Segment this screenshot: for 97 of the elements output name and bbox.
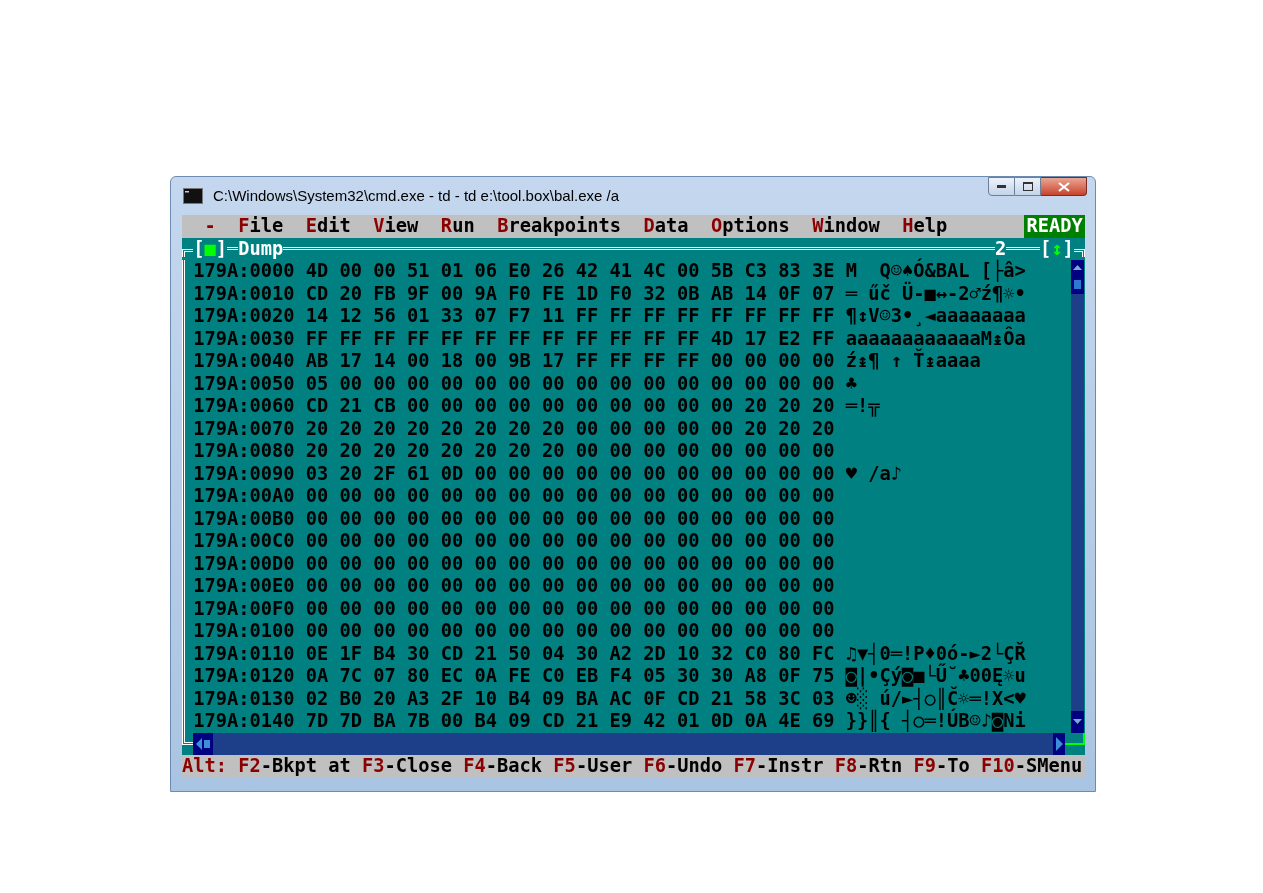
hex-bytes: 00 00 00 00 00 00 00 00 00 00 00 00 00 00 00 00	[305, 552, 835, 575]
address-cell: 179A:00D0	[193, 552, 295, 575]
hex-bytes: CD 21 CB 00 00 00 00 00 00 00 00 00 00 20 20 20	[305, 395, 835, 418]
ascii-text: M Q☺♠Ó&BAL [├â>	[845, 260, 1026, 282]
hex-bytes: 00 00 00 00 00 00 00 00 00 00 00 00 00 00 00 00	[305, 597, 835, 620]
close-box[interactable]: [■]	[193, 237, 228, 260]
ascii-text: ☻░ ú/►┤○║Č☼═!X<♥	[845, 687, 1026, 710]
hex-bytes: 00 00 00 00 00 00 00 00 00 00 00 00 00 00 00 00	[305, 530, 835, 553]
address-cell: 179A:0120	[193, 665, 295, 688]
address-cell: 179A:00E0	[193, 575, 295, 598]
horizontal-scrollbar[interactable]	[193, 732, 1065, 755]
ascii-text: ♣	[845, 372, 858, 395]
minimize-icon	[997, 185, 1006, 188]
menu-item[interactable]: Help	[902, 215, 948, 238]
frame-corner	[182, 248, 194, 257]
menu-item[interactable]: Options	[710, 215, 790, 238]
menu-item[interactable]: Edit	[305, 215, 351, 238]
close-button[interactable]	[1041, 177, 1087, 196]
hex-bytes: 14 12 56 01 33 07 F7 11 FF FF FF FF FF FF FF FF	[305, 305, 835, 328]
address-cell: 179A:0050	[193, 372, 295, 395]
address-cell: 179A:00A0	[193, 485, 295, 508]
address-cell: 179A:0010	[193, 282, 295, 305]
menu-item[interactable]: Breakpoints	[497, 215, 621, 238]
scroll-left-icon	[193, 732, 214, 755]
hex-bytes: 4D 00 00 51 01 06 E0 26 42 41 4C 00 5B C3 83 3E	[305, 260, 835, 283]
hex-bytes: 00 00 00 00 00 00 00 00 00 00 00 00 00 00 00 00	[305, 507, 835, 530]
ascii-text: ♥ /a♪	[845, 462, 903, 485]
address-cell: 179A:0140	[193, 710, 295, 733]
maximize-button[interactable]	[1015, 177, 1041, 196]
hex-bytes: 00 00 00 00 00 00 00 00 00 00 00 00 00 00 00 00	[305, 620, 835, 643]
hex-bytes: 0E 1F B4 30 CD 21 50 04 30 A2 2D 10 32 C0 80 FC	[305, 642, 835, 665]
hex-bytes: 05 00 00 00 00 00 00 00 00 00 00 00 00 00 00 00	[305, 372, 835, 395]
scroll-up-icon	[1071, 260, 1084, 274]
maximize-icon	[1022, 182, 1033, 191]
menu-item[interactable]: Run	[440, 215, 475, 238]
function-key[interactable]: F8-Rtn	[834, 755, 903, 778]
menu-item[interactable]: File	[238, 215, 284, 238]
function-key[interactable]: F9-To	[913, 755, 970, 778]
zoom-box[interactable]: [↕]	[1039, 237, 1074, 260]
scroll-down-icon	[1071, 710, 1084, 733]
panel-title: Dump	[238, 237, 284, 260]
address-cell: 179A:0110	[193, 642, 295, 665]
function-key[interactable]: F7-Instr	[733, 755, 824, 778]
vertical-scrollbar[interactable]	[1071, 260, 1084, 733]
ascii-text: ═!╦	[845, 395, 880, 418]
scroll-right-icon	[1052, 732, 1065, 755]
function-key[interactable]: F4-Back	[463, 755, 543, 778]
window-title: C:\Windows\System32\cmd.exe - td - td e:\tool.box\bal.exe /a	[213, 185, 619, 206]
menu-item[interactable]: Data	[643, 215, 689, 238]
hex-bytes: 7D 7D BA 7B 00 B4 09 CD 21 E9 42 01 0D 0A 4E 69	[305, 710, 835, 733]
frame-corner	[1073, 248, 1085, 257]
ascii-text: ♫▼┤0═!P♦0ó-►2└ÇŘ	[845, 642, 1026, 665]
address-cell: 179A:0060	[193, 395, 295, 418]
minimize-button[interactable]	[988, 177, 1015, 196]
function-key[interactable]: F3-Close	[362, 755, 453, 778]
hex-bytes: 20 20 20 20 20 20 20 20 00 00 00 00 00 20 20 20	[305, 417, 835, 440]
address-cell: 179A:00C0	[193, 530, 295, 553]
address-cell: 179A:0080	[193, 440, 295, 463]
hex-bytes: AB 17 14 00 18 00 9B 17 FF FF FF FF 00 00 00 00	[305, 350, 835, 373]
function-key[interactable]: F6-Undo	[643, 755, 723, 778]
address-cell: 179A:0100	[193, 620, 295, 643]
system-menu[interactable]: -	[204, 215, 216, 238]
address-cell: 179A:0090	[193, 462, 295, 485]
hex-bytes: 03 20 2F 61 0D 00 00 00 00 00 00 00 00 00 00 00	[305, 462, 835, 485]
hex-bytes: CD 20 FB 9F 00 9A F0 FE 1D F0 32 0B AB 14 0F 07	[305, 282, 835, 305]
hex-bytes: 00 00 00 00 00 00 00 00 00 00 00 00 00 00 00 00	[305, 485, 835, 508]
ascii-text: aaaaaaaaaaaaM↨Ôa	[845, 327, 1026, 349]
status-prefix: Alt:	[182, 755, 227, 778]
function-key[interactable]: F2-Bkpt at	[238, 755, 351, 778]
scroll-thumb[interactable]	[1071, 274, 1084, 294]
hex-bytes: 0A 7C 07 80 EC 0A FE C0 EB F4 05 30 30 A8 0F 75	[305, 665, 835, 688]
address-cell: 179A:00B0	[193, 507, 295, 530]
menu-item[interactable]: View	[373, 215, 419, 238]
console-icon	[183, 188, 203, 204]
ascii-text: }}║{ ┤○═!ÚB☺♪◙Ni	[845, 710, 1026, 733]
hex-bytes: 00 00 00 00 00 00 00 00 00 00 00 00 00 00 00 00	[305, 575, 835, 598]
ascii-text: ═ űč Ü-■↔-2♂ź¶☼•	[845, 282, 1026, 305]
address-cell: 179A:0000	[193, 260, 295, 283]
close-icon	[1057, 181, 1070, 192]
function-key[interactable]: F5-User	[553, 755, 633, 778]
hex-bytes: FF FF FF FF FF FF FF FF FF FF FF FF 4D 17 E2 FF	[305, 327, 835, 350]
address-cell: 179A:0130	[193, 687, 295, 710]
address-cell: 179A:0040	[193, 350, 295, 373]
hex-bytes: 20 20 20 20 20 20 20 20 00 00 00 00 00 00 00 00	[305, 440, 835, 463]
window-number: 2	[994, 237, 1007, 259]
address-cell: 179A:0030	[193, 327, 295, 350]
ascii-text: ź↨¶ ↑ Ť↨aaaa	[845, 350, 981, 373]
resize-corner[interactable]	[1064, 732, 1085, 745]
address-cell: 179A:0020	[193, 305, 295, 328]
hex-bytes: 02 B0 20 A3 2F 10 B4 09 BA AC 0F CD 21 58 3C 03	[305, 687, 835, 710]
address-cell: 179A:00F0	[193, 597, 295, 620]
ascii-text: ¶↕V☺3•¸◄aaaaaaaa	[845, 305, 1026, 327]
ascii-text: ◙|•Çý◙■└Ű˘♣00Ę☼u	[845, 665, 1026, 687]
menu-item[interactable]: Window	[812, 215, 880, 238]
function-key[interactable]: F10-SMenu	[981, 755, 1083, 778]
ready-indicator: READY	[1024, 215, 1085, 238]
address-cell: 179A:0070	[193, 417, 295, 440]
